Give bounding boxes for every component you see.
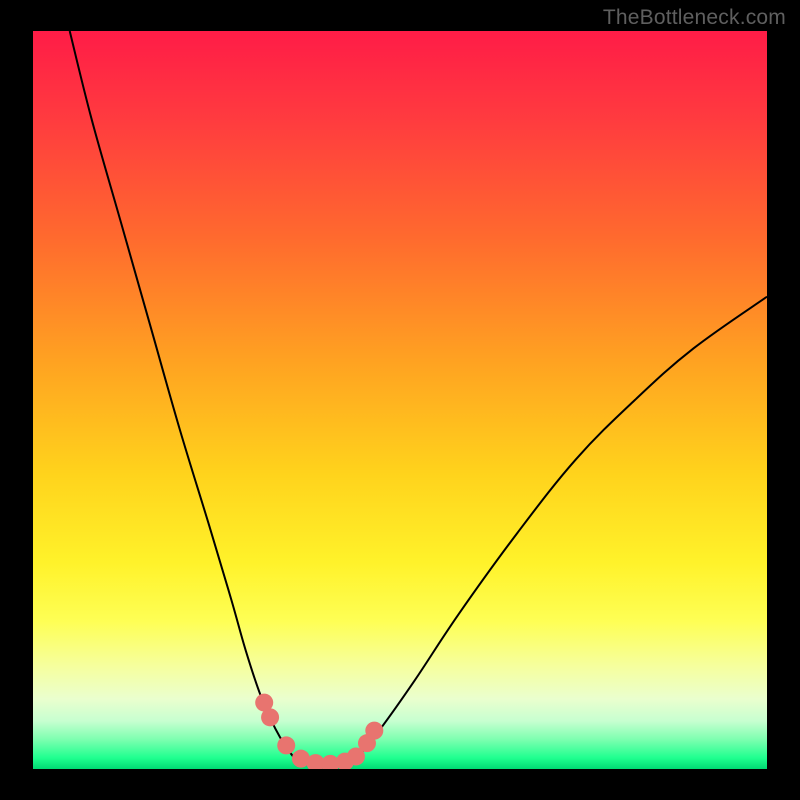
chart-frame: TheBottleneck.com (0, 0, 800, 800)
plot-area (33, 31, 767, 769)
data-marker (277, 736, 295, 754)
gradient-background (33, 31, 767, 769)
chart-svg (33, 31, 767, 769)
watermark-text: TheBottleneck.com (603, 6, 786, 30)
data-marker (365, 722, 383, 740)
data-marker (261, 708, 279, 726)
